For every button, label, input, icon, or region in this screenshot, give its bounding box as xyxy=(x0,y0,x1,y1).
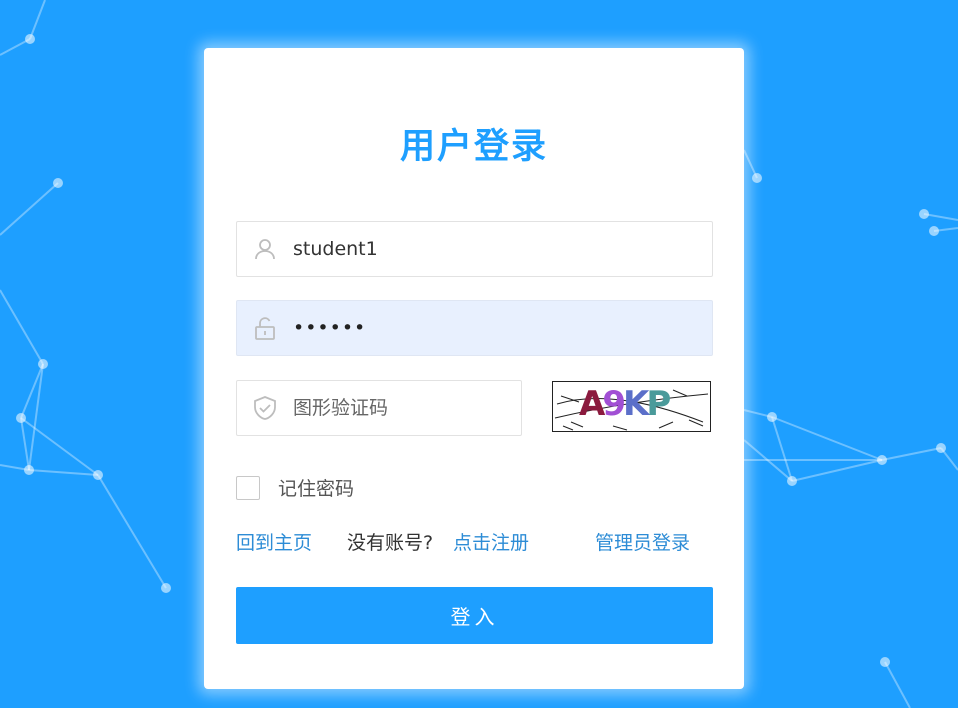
no-account-text: 没有账号? xyxy=(347,532,434,554)
captcha-char: 9 xyxy=(602,384,626,424)
links-row: 回到主页 没有账号? 点击注册 管理员登录 xyxy=(236,528,713,558)
shield-icon xyxy=(237,380,293,436)
captcha-image[interactable]: A9KP xyxy=(552,381,711,432)
captcha-field[interactable] xyxy=(236,380,522,436)
remember-password[interactable]: 记住密码 xyxy=(236,474,354,501)
captcha-input[interactable] xyxy=(293,388,513,428)
home-link[interactable]: 回到主页 xyxy=(236,528,312,555)
password-input[interactable] xyxy=(293,308,693,348)
username-field[interactable] xyxy=(236,221,713,277)
captcha-char: P xyxy=(646,384,671,424)
admin-login-link[interactable]: 管理员登录 xyxy=(595,528,690,555)
username-input[interactable] xyxy=(293,229,693,269)
lock-icon xyxy=(237,300,293,356)
captcha-char: A xyxy=(579,384,605,424)
login-card: 用户登录 student1 图形验证码 A9KP 记住密码 回到主页 没有账号?… xyxy=(204,48,744,689)
remember-label: 记住密码 xyxy=(278,478,355,500)
password-field[interactable] xyxy=(236,300,713,356)
page-title: 用户登录 xyxy=(399,127,548,167)
login-button[interactable]: 登入 xyxy=(236,587,713,644)
register-link[interactable]: 点击注册 xyxy=(453,528,529,555)
captcha-char: K xyxy=(623,384,649,424)
captcha-code: A9KP xyxy=(579,384,671,424)
user-icon xyxy=(237,221,293,277)
remember-checkbox[interactable] xyxy=(236,475,260,500)
